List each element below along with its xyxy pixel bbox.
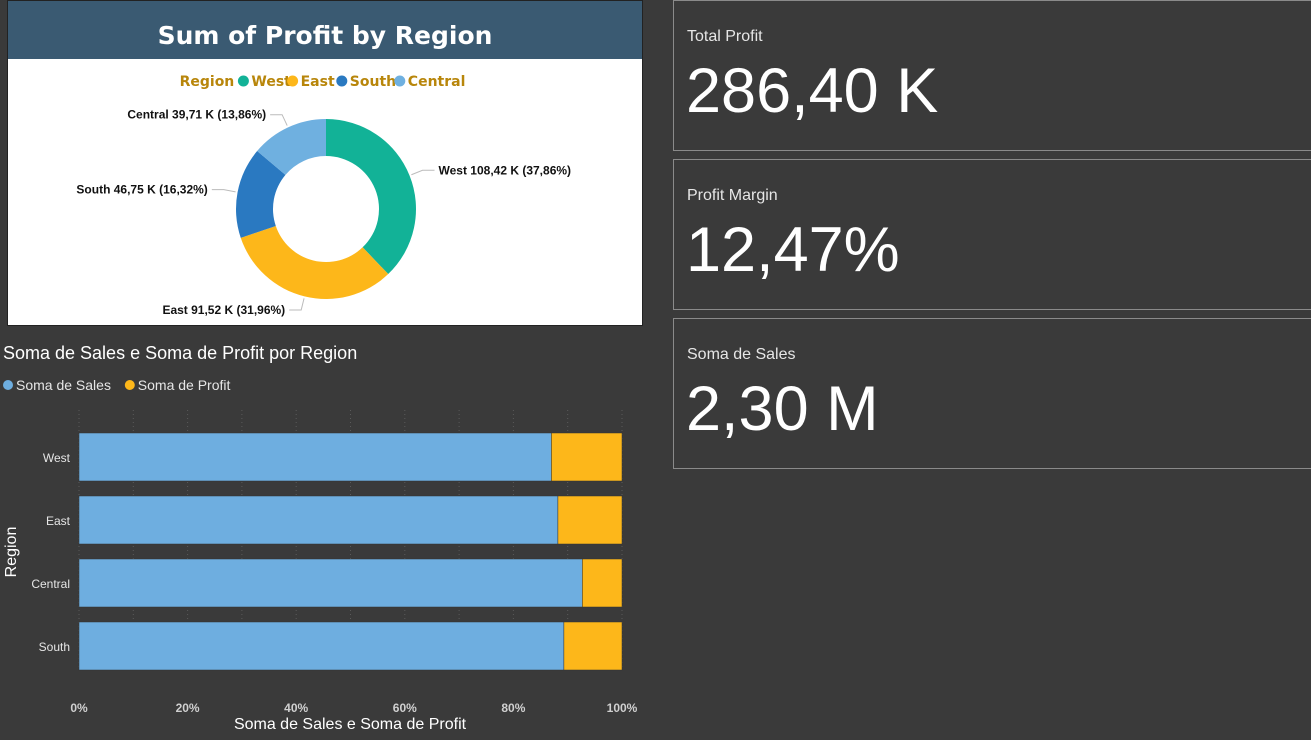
y-tick-label-east: East [46,514,71,528]
bar-legend-swatch-profit [124,380,135,390]
bar-legend-label-sales: Soma de Sales [16,377,111,393]
leader-line-south [211,189,236,193]
donut-chart: Region West East South Central West 108,42 K … [76,74,572,317]
bar-chart: Soma de Sales Soma de Profit West East Centr… [3,377,638,733]
kpi-label: Total Profit [687,28,763,45]
x-tick-label: 20% [176,701,200,715]
kpi-value: 12,47% [686,215,900,285]
y-axis-title: Region [3,527,20,578]
legend-swatch-west [237,75,249,87]
x-axis-title: Soma de Sales e Soma de Profit [234,716,467,733]
donut-slice-east [240,225,389,299]
bar-east-profit [557,495,623,545]
bar-west-profit [551,432,623,482]
legend-swatch-south [336,75,348,87]
leader-line-west [411,169,435,176]
data-label-south: South 46,75 K (16,32%) [76,183,207,197]
bar-central-profit [582,558,623,608]
x-tick-label: 80% [501,701,525,715]
data-label-west: West 108,42 K (37,86%) [439,163,572,177]
kpi-card-total-profit: Total Profit 286,40 K [673,0,1311,151]
x-tick-label: 100% [607,701,638,715]
donut-slice-west [326,119,417,275]
legend-title: Region [180,74,235,90]
legend-label-west: West [251,74,291,90]
y-tick-label-west: West [43,451,71,465]
bar-legend-label-profit: Soma de Profit [138,377,231,393]
kpi-card-profit-margin: Profit Margin 12,47% [673,159,1311,310]
y-tick-label-south: South [39,640,70,654]
legend-label-east: East [301,74,335,90]
x-tick-label: 0% [70,701,88,715]
bar-chart-title: Soma de Sales e Soma de Profit por Regio… [3,343,358,363]
data-label-east: East 91,52 K (31,96%) [162,303,285,317]
bar-west-sales [78,432,552,482]
bar-east-sales [78,495,559,545]
y-tick-label-central: Central [31,577,70,591]
kpi-value: 286,40 K [686,56,939,126]
legend-swatch-central [394,75,406,87]
legend-swatch-east [287,75,299,87]
kpi-label: Soma de Sales [687,346,796,363]
donut-chart-title: Sum of Profit by Region [157,21,493,50]
bar-south-sales [78,621,565,671]
kpi-value: 2,30 M [686,374,879,444]
donut-legend: Region West East South Central [180,74,466,90]
bar-south-profit [563,621,623,671]
leader-line-central [270,114,288,126]
bar-legend-swatch-sales [3,380,13,390]
legend-label-south: South [350,74,396,90]
x-tick-label: 60% [393,701,417,715]
data-label-central: Central 39,71 K (13,86%) [127,108,266,122]
kpi-label: Profit Margin [687,187,778,204]
bar-central-sales [78,558,583,608]
donut-chart-panel: Sum of Profit by Region Region West East So… [7,0,643,326]
leader-line-east [289,298,305,311]
legend-label-central: Central [408,74,466,90]
x-tick-label: 40% [284,701,308,715]
kpi-card-soma-de-sales: Soma de Sales 2,30 M [673,318,1311,469]
